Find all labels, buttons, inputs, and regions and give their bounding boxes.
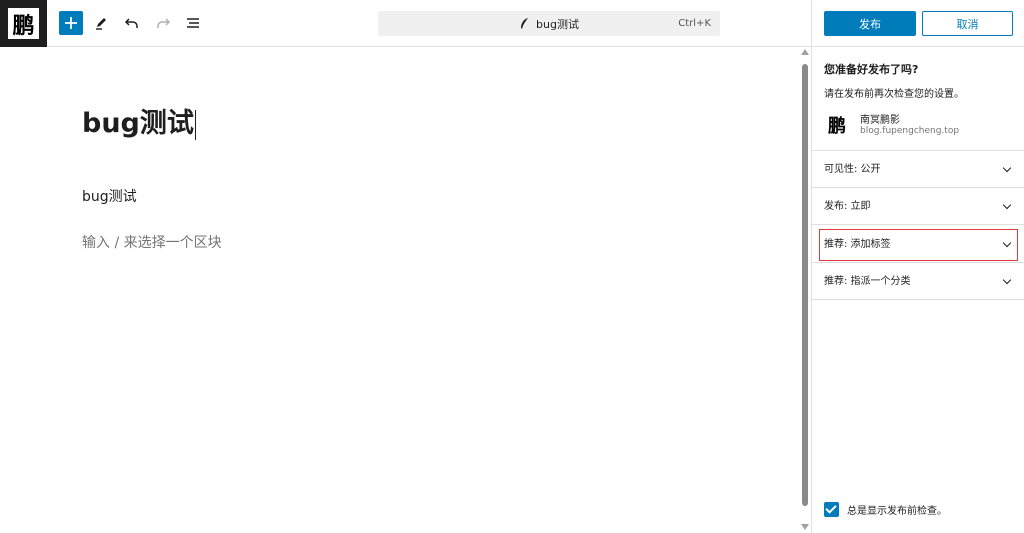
- checkbox-checked[interactable]: [824, 502, 839, 517]
- panel-visibility-label: 可见性: 公开: [824, 164, 881, 175]
- panel-publish-date-label: 发布: 立即: [824, 201, 871, 212]
- scroll-up-arrow-icon[interactable]: [801, 49, 809, 55]
- paragraph-block[interactable]: bug测试: [82, 187, 137, 207]
- undo-icon: [124, 18, 138, 28]
- site-url: blog.fupengcheng.top: [860, 126, 960, 136]
- redo-button[interactable]: [151, 11, 175, 35]
- highlight-box: [819, 229, 1018, 261]
- site-logo[interactable]: 鹏: [0, 0, 47, 47]
- chevron-down-icon: [1002, 275, 1012, 285]
- text-caret: [194, 109, 196, 140]
- command-bar-title: bug测试: [536, 17, 579, 31]
- feather-icon: [521, 18, 529, 29]
- prepublish-description: 请在发布前再次检查您的设置。: [824, 89, 964, 100]
- document-overview-button[interactable]: [181, 11, 205, 35]
- scroll-down-arrow-icon[interactable]: [801, 524, 809, 530]
- block-inserter-button[interactable]: [59, 11, 83, 35]
- panel-suggest-category[interactable]: 推荐: 指派一个分类: [812, 263, 1024, 300]
- editor-canvas[interactable]: bug测试 bug测试 输入 / 来选择一个区块: [0, 47, 811, 533]
- block-placeholder[interactable]: 输入 / 来选择一个区块: [82, 233, 222, 253]
- undo-button[interactable]: [120, 11, 144, 35]
- scrollbar-thumb[interactable]: [802, 64, 808, 506]
- prepublish-intro: 您准备好发布了吗? 请在发布前再次检查您的设置。 鹏 南冥鹏影 blog.fup…: [812, 47, 1024, 151]
- always-show-prepublish-label: 总是显示发布前检查。: [847, 506, 947, 517]
- always-show-prepublish-check[interactable]: 总是显示发布前检查。: [824, 502, 947, 517]
- redo-icon: [157, 18, 171, 28]
- list-view-icon: [187, 18, 199, 28]
- chevron-down-icon: [1002, 163, 1012, 173]
- sidebar-header: 发布 取消: [812, 0, 1024, 47]
- panel-suggest-category-label: 推荐: 指派一个分类: [824, 276, 911, 287]
- pencil-icon: [96, 18, 106, 30]
- editor-scrollbar[interactable]: [799, 47, 811, 533]
- tools-button[interactable]: [89, 11, 113, 35]
- command-palette-bar[interactable]: bug测试 Ctrl+K: [378, 11, 720, 36]
- site-name: 南冥鹏影: [860, 115, 900, 126]
- post-title[interactable]: bug测试: [82, 105, 196, 143]
- chevron-down-icon: [1002, 200, 1012, 210]
- site-icon: 鹏: [828, 116, 846, 137]
- panel-publish-date[interactable]: 发布: 立即: [812, 188, 1024, 225]
- cancel-button[interactable]: 取消: [922, 11, 1013, 36]
- publish-button[interactable]: 发布: [824, 11, 916, 36]
- editor-header: 鹏 bug测试 Ctrl+K: [0, 0, 811, 47]
- post-title-text: bug测试: [82, 108, 194, 139]
- plus-icon: [65, 17, 77, 29]
- site-logo-glyph: 鹏: [8, 8, 39, 39]
- prepublish-title: 您准备好发布了吗?: [824, 63, 919, 76]
- command-bar-shortcut: Ctrl+K: [678, 18, 711, 29]
- site-info: 鹏 南冥鹏影 blog.fupengcheng.top: [824, 109, 1019, 139]
- prepublish-sidebar: 发布 取消 您准备好发布了吗? 请在发布前再次检查您的设置。 鹏 南冥鹏影 bl…: [811, 0, 1024, 533]
- panel-visibility[interactable]: 可见性: 公开: [812, 151, 1024, 188]
